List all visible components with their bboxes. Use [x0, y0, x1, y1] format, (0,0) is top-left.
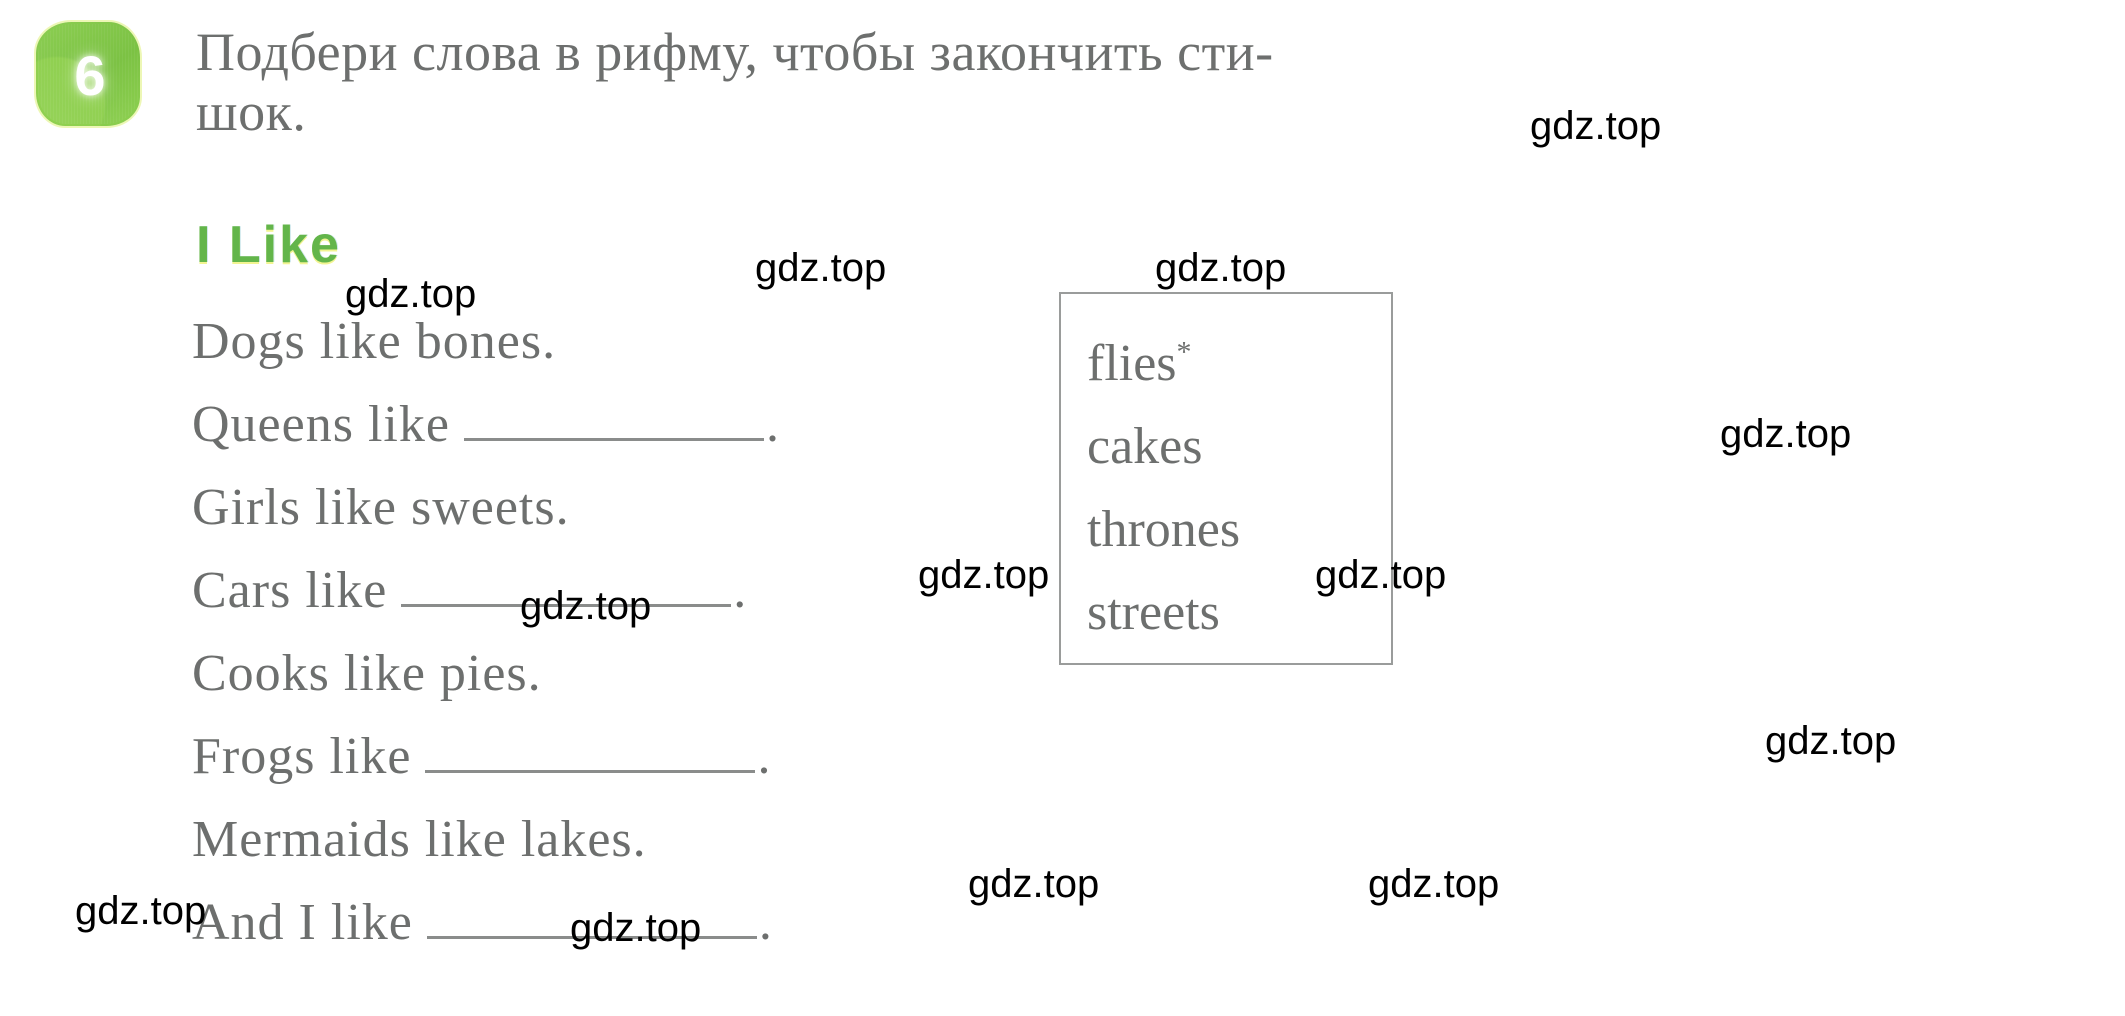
- poem-line-text: Dogs like bones.: [192, 313, 557, 370]
- poem-line-text: And I like: [192, 894, 413, 951]
- poem-line-text: Queens like: [192, 396, 450, 453]
- word-bank-item-label: flies: [1087, 335, 1177, 392]
- poem-line: Cars like .: [192, 561, 779, 644]
- poem-line-text: Frogs like: [192, 728, 412, 785]
- exercise-number: 6: [74, 44, 106, 107]
- worksheet-page: 6 Подбери слова в рифму, чтобы закончить…: [0, 0, 2125, 1016]
- word-bank-item[interactable]: flies*: [1087, 322, 1391, 405]
- instruction-text: Подбери слова в рифму, чтобы закончить с…: [196, 22, 2096, 143]
- watermark: gdz.top: [1765, 719, 1897, 763]
- poem-line: Girls like sweets.: [192, 478, 779, 561]
- poem-line-text: Girls like sweets.: [192, 479, 570, 536]
- watermark: gdz.top: [1720, 412, 1852, 456]
- watermark: gdz.top: [570, 906, 702, 950]
- poem-line: Queens like .: [192, 395, 779, 478]
- poem-line-text: Mermaids like lakes.: [192, 811, 647, 868]
- poem-line-punct: .: [765, 396, 779, 453]
- watermark: gdz.top: [1155, 246, 1287, 290]
- word-bank-box: flies* cakes thrones streets: [1059, 292, 1393, 665]
- poem-line: Mermaids like lakes.: [192, 810, 779, 893]
- watermark: gdz.top: [968, 862, 1100, 906]
- poem-line-text: Cooks like pies.: [192, 645, 542, 702]
- poem-title: I Like: [196, 216, 341, 274]
- poem-line-punct: .: [757, 728, 771, 785]
- poem-line-text: Cars like: [192, 562, 388, 619]
- exercise-number-badge: 6: [36, 22, 140, 126]
- poem-line: Dogs like bones.: [192, 312, 779, 395]
- poem-line-punct: .: [758, 894, 772, 951]
- watermark: gdz.top: [520, 584, 652, 628]
- poem-line: Frogs like .: [192, 727, 779, 810]
- footnote-marker: *: [1176, 335, 1192, 369]
- watermark: gdz.top: [1530, 104, 1662, 148]
- instruction-line-2: шок.: [196, 82, 307, 143]
- word-bank-list: flies* cakes thrones streets: [1061, 294, 1391, 654]
- poem-line: Cooks like pies.: [192, 644, 779, 727]
- watermark: gdz.top: [1315, 553, 1447, 597]
- watermark: gdz.top: [75, 889, 207, 933]
- watermark: gdz.top: [345, 272, 477, 316]
- poem-line-punct: .: [733, 562, 747, 619]
- watermark: gdz.top: [1368, 862, 1500, 906]
- watermark: gdz.top: [755, 246, 887, 290]
- answer-blank[interactable]: [425, 730, 756, 773]
- word-bank-item[interactable]: cakes: [1087, 405, 1391, 488]
- watermark: gdz.top: [918, 553, 1050, 597]
- instruction-line-1: Подбери слова в рифму, чтобы закончить с…: [196, 22, 1274, 82]
- poem-body: Dogs like bones. Queens like . Girls lik…: [192, 312, 779, 976]
- answer-blank[interactable]: [463, 398, 764, 441]
